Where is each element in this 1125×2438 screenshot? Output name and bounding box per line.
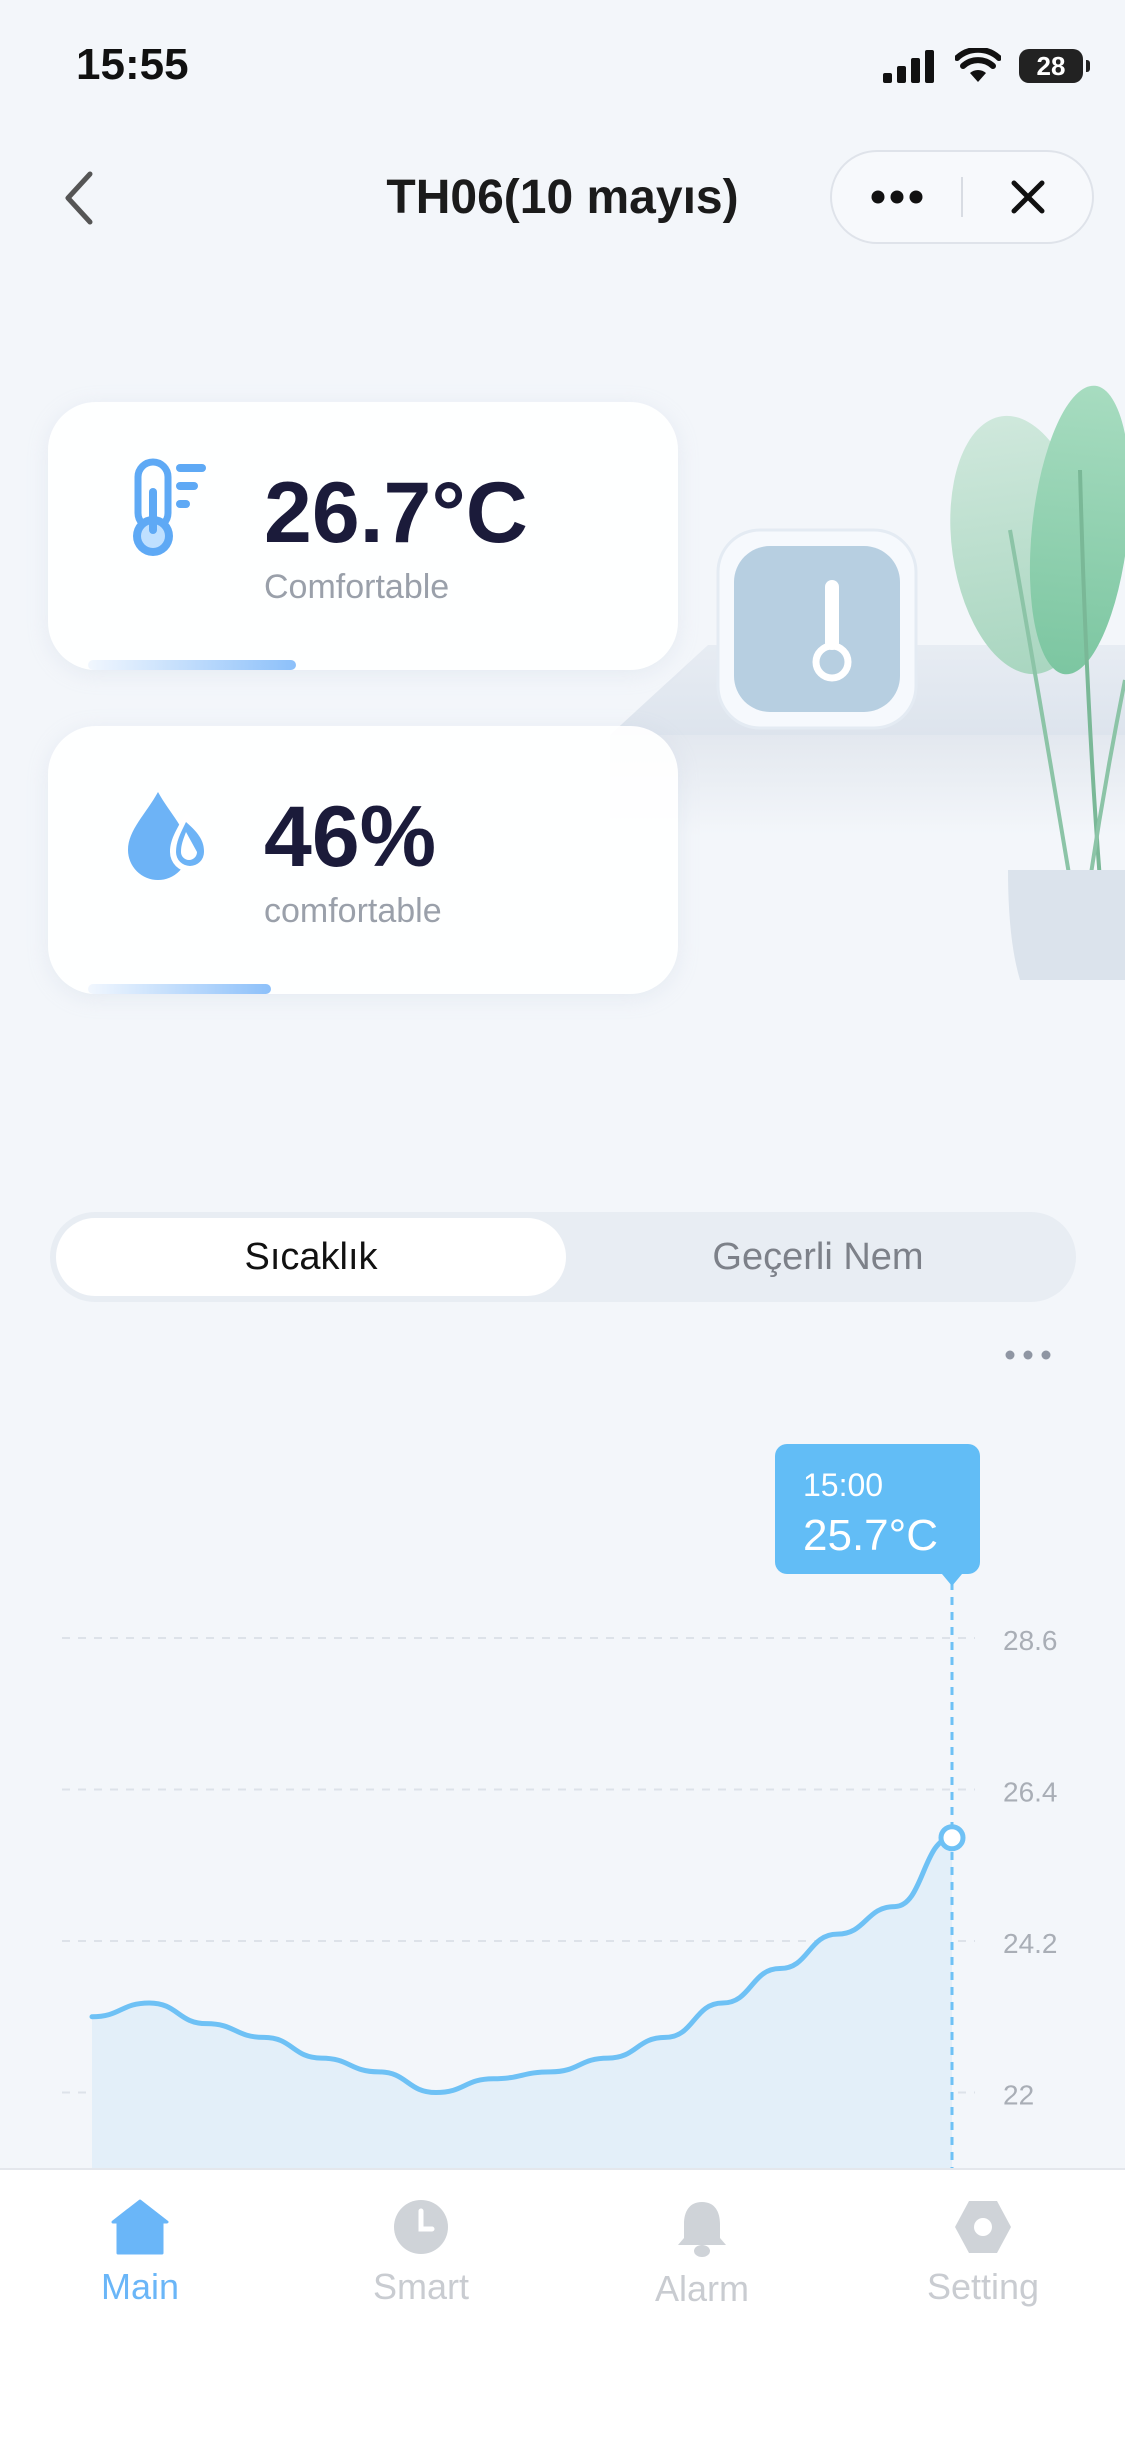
battery-icon: 28 xyxy=(1019,49,1090,83)
temperature-value: 26.7°C xyxy=(264,465,528,561)
signal-icon xyxy=(883,50,934,83)
data-point xyxy=(894,1906,896,1908)
tab-alarm-label: Alarm xyxy=(654,2268,749,2309)
status-time: 15:55 xyxy=(76,40,189,89)
data-point xyxy=(550,2071,552,2073)
mini-program-capsule xyxy=(830,150,1094,244)
temperature-status: Comfortable xyxy=(264,568,450,606)
device-illustration xyxy=(610,385,1125,980)
chart-more-icon[interactable] xyxy=(1000,1340,1060,1370)
tooltip-time: 15:00 xyxy=(803,1467,883,1503)
data-point xyxy=(836,1933,838,1935)
bell-icon xyxy=(678,2202,726,2257)
temperature-level-bar xyxy=(88,660,296,670)
tab-temperature[interactable]: Sıcaklık xyxy=(56,1218,566,1296)
data-point xyxy=(722,2002,724,2004)
data-point xyxy=(435,2092,437,2094)
data-point xyxy=(206,2023,208,2025)
more-icon xyxy=(871,190,922,204)
tab-setting[interactable]: Setting xyxy=(883,2198,1083,2308)
temperature-chart[interactable]: 28.6 26.4 24.2 22 15:00 25.7°C xyxy=(0,1400,1125,2170)
chart-area xyxy=(92,1837,952,2170)
highlight-point xyxy=(938,1824,966,1852)
status-icons: 28 xyxy=(883,48,1090,84)
wifi-icon xyxy=(955,48,1001,82)
gear-icon xyxy=(955,2201,1011,2253)
data-point xyxy=(91,2016,93,2018)
data-point xyxy=(148,2002,150,2004)
close-button[interactable] xyxy=(963,152,1092,242)
clock-icon xyxy=(394,2200,448,2254)
y-tick-label: 24.2 xyxy=(1003,1928,1058,1959)
close-icon xyxy=(1011,180,1044,214)
humidity-status: comfortable xyxy=(264,892,442,930)
water-drop-icon xyxy=(128,792,210,880)
tab-smart-label: Smart xyxy=(372,2266,469,2307)
data-point xyxy=(607,2057,609,2059)
chart-type-switch: Sıcaklık Geçerli Nem xyxy=(50,1212,1076,1302)
thermometer-icon xyxy=(133,458,206,556)
data-point xyxy=(263,2036,265,2038)
tab-main-label: Main xyxy=(100,2266,180,2307)
temperature-card[interactable]: 26.7°C Comfortable xyxy=(48,402,678,670)
data-point xyxy=(320,2057,322,2059)
bottom-tab-bar: Main Smart Alarm Setting xyxy=(0,2168,1125,2438)
data-point xyxy=(378,2071,380,2073)
home-icon xyxy=(111,2199,169,2255)
data-point xyxy=(779,1968,781,1970)
tooltip-arrow xyxy=(942,1574,962,1586)
humidity-level-bar xyxy=(88,984,271,994)
y-tick-label: 22 xyxy=(1003,2080,1034,2111)
data-point xyxy=(492,2078,494,2080)
tab-main[interactable]: Main xyxy=(40,2198,240,2308)
y-tick-label: 26.4 xyxy=(1003,1777,1058,1808)
data-point xyxy=(664,2036,666,2038)
y-tick-label: 28.6 xyxy=(1003,1625,1058,1656)
more-options-button[interactable] xyxy=(832,152,961,242)
tab-setting-label: Setting xyxy=(926,2266,1040,2307)
tooltip-value: 25.7°C xyxy=(803,1511,938,1560)
humidity-card[interactable]: 46% comfortable xyxy=(48,726,678,994)
tab-smart[interactable]: Smart xyxy=(321,2198,521,2308)
tab-humidity[interactable]: Geçerli Nem xyxy=(566,1218,1070,1296)
humidity-value: 46% xyxy=(264,789,437,885)
tab-alarm[interactable]: Alarm xyxy=(602,2198,802,2310)
